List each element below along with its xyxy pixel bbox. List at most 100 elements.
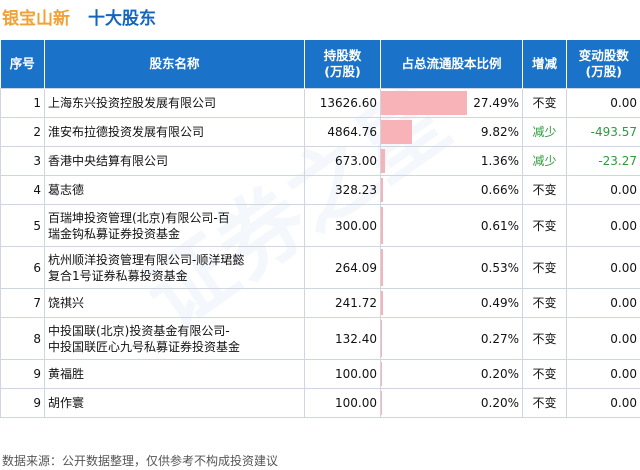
rank-cell: 4	[0, 175, 45, 205]
holder-name-line: 黄福胜	[48, 367, 85, 381]
holder-name-cell: 饶祺兴	[44, 288, 305, 318]
ratio-cell: 0.61%	[380, 204, 523, 247]
change-status-cell: 减少	[522, 117, 567, 147]
ratio-cell: 1.36%	[380, 146, 523, 176]
holder-name-cell: 胡作寰	[44, 388, 305, 418]
shares-cell: 300.00	[304, 204, 381, 247]
ratio-bar	[381, 91, 467, 115]
change-status-cell: 不变	[522, 288, 567, 318]
ratio-value: 9.82%	[480, 125, 519, 139]
delta-shares-cell: 0.00	[566, 317, 640, 360]
table-row: 6 杭州顺洋投资管理有限公司-顺洋珺懿 复合1号证券私募投资基金 264.09 0.53…	[0, 246, 640, 289]
holder-name-cell: 黄福胜	[44, 359, 305, 389]
delta-shares-cell: 0.00	[566, 388, 640, 418]
change-status-cell: 不变	[522, 88, 567, 118]
holder-name-cell: 葛志德	[44, 175, 305, 205]
holder-name-line: 葛志德	[48, 183, 85, 197]
col-header-name: 股东名称	[44, 40, 305, 89]
change-status-cell: 不变	[522, 246, 567, 289]
change-status-cell: 不变	[522, 317, 567, 360]
table-row: 4 葛志德 328.23 0.66% 不变 0.00	[0, 175, 640, 205]
delta-shares-cell: 0.00	[566, 88, 640, 118]
ratio-bar	[381, 362, 382, 386]
rank-cell: 2	[0, 117, 45, 147]
ratio-cell: 0.27%	[380, 317, 523, 360]
ratio-value: 0.66%	[480, 183, 519, 197]
holder-name-line: 香港中央结算有限公司	[48, 154, 169, 168]
holder-name-cell: 淮安布拉德投资发展有限公司	[44, 117, 305, 147]
table-row: 1 上海东兴投资控股发展有限公司 13626.60 27.49% 不变 0.00	[0, 88, 640, 118]
delta-shares-cell: -493.57	[566, 117, 640, 147]
holder-name-line: 上海东兴投资控股发展有限公司	[48, 96, 217, 110]
table-row: 9 黄福胜 100.00 0.20% 不变 0.00	[0, 359, 640, 389]
rank-cell: 3	[0, 146, 45, 176]
table-row: 8 中投国联(北京)投资基金有限公司- 中投国联匠心九号私募证券投资基金 132.40…	[0, 317, 640, 360]
table-row: 2 淮安布拉德投资发展有限公司 4864.76 9.82% 减少 -493.57	[0, 117, 640, 147]
delta-shares-cell: 0.00	[566, 359, 640, 389]
col-header-shares: 持股数 (万股)	[304, 40, 381, 89]
shares-cell: 264.09	[304, 246, 381, 289]
delta-shares-cell: 0.00	[566, 175, 640, 205]
data-source-note: 数据来源：公开数据整理，仅供参考不构成投资建议	[2, 454, 279, 468]
change-status-cell: 不变	[522, 204, 567, 247]
rank-cell: 5	[0, 204, 45, 247]
ratio-cell: 9.82%	[380, 117, 523, 147]
holder-name-line: 胡作寰	[48, 396, 85, 410]
shares-cell: 4864.76	[304, 117, 381, 147]
ratio-bar	[381, 320, 382, 357]
shares-cell: 13626.60	[304, 88, 381, 118]
ratio-value: 0.49%	[480, 296, 519, 310]
shares-cell: 673.00	[304, 146, 381, 176]
ratio-cell: 0.20%	[380, 388, 523, 418]
page-title: 十大股东	[88, 8, 156, 29]
ratio-value: 1.36%	[480, 154, 519, 168]
holder-name-cell: 中投国联(北京)投资基金有限公司- 中投国联匠心九号私募证券投资基金	[44, 317, 305, 360]
ratio-bar	[381, 207, 383, 244]
holder-name-line: 复合1号证券私募投资基金	[48, 268, 188, 283]
rank-cell: 6	[0, 246, 45, 289]
rank-cell: 9	[0, 359, 45, 389]
ratio-cell: 0.20%	[380, 359, 523, 389]
shares-cell: 100.00	[304, 388, 381, 418]
holder-name-line: 百瑞坤投资管理(北京)有限公司-百	[48, 210, 230, 225]
col-header-ratio: 占总流通股本比例	[380, 40, 523, 89]
ratio-bar	[381, 291, 383, 315]
change-status-cell: 不变	[522, 388, 567, 418]
delta-shares-cell: 0.00	[566, 288, 640, 318]
ratio-bar	[381, 249, 383, 286]
delta-shares-cell: 0.00	[566, 246, 640, 289]
holder-name-cell: 百瑞坤投资管理(北京)有限公司-百 瑞金钩私募证券投资基金	[44, 204, 305, 247]
rank-cell: 7	[0, 288, 45, 318]
holder-name-cell: 上海东兴投资控股发展有限公司	[44, 88, 305, 118]
rank-cell: 9	[0, 388, 45, 418]
delta-shares-cell: -23.27	[566, 146, 640, 176]
ratio-bar	[381, 178, 384, 202]
ratio-bar	[381, 120, 412, 144]
company-name: 银宝山新	[2, 8, 70, 29]
ratio-value: 27.49%	[473, 96, 519, 110]
shares-cell: 328.23	[304, 175, 381, 205]
ratio-cell: 0.66%	[380, 175, 523, 205]
ratio-bar	[381, 149, 386, 173]
ratio-value: 0.53%	[480, 260, 519, 275]
table-row: 3 香港中央结算有限公司 673.00 1.36% 减少 -23.27	[0, 146, 640, 176]
col-header-rank: 序号	[0, 40, 45, 89]
ratio-value: 0.27%	[480, 331, 519, 346]
table-row: 5 百瑞坤投资管理(北京)有限公司-百 瑞金钩私募证券投资基金 300.00 0.61%…	[0, 204, 640, 247]
holder-name-cell: 香港中央结算有限公司	[44, 146, 305, 176]
holder-name-line: 瑞金钩私募证券投资基金	[48, 226, 181, 241]
holder-name-line: 中投国联匠心九号私募证券投资基金	[48, 339, 241, 354]
change-status-cell: 不变	[522, 359, 567, 389]
change-status-cell: 减少	[522, 146, 567, 176]
col-header-delta: 变动股数 (万股)	[566, 40, 640, 89]
ratio-value: 0.61%	[480, 218, 519, 233]
holder-name-cell: 杭州顺洋投资管理有限公司-顺洋珺懿 复合1号证券私募投资基金	[44, 246, 305, 289]
rank-cell: 1	[0, 88, 45, 118]
shares-cell: 100.00	[304, 359, 381, 389]
top-shareholders-table: 序号 股东名称 持股数 (万股) 占总流通股本比例 增减 变动股数 (万股) 1…	[0, 40, 640, 418]
rank-cell: 8	[0, 317, 45, 360]
ratio-cell: 0.53%	[380, 246, 523, 289]
table-row: 7 饶祺兴 241.72 0.49% 不变 0.00	[0, 288, 640, 318]
holder-name-line: 饶祺兴	[48, 296, 85, 310]
holder-name-line: 中投国联(北京)投资基金有限公司-	[48, 323, 230, 338]
